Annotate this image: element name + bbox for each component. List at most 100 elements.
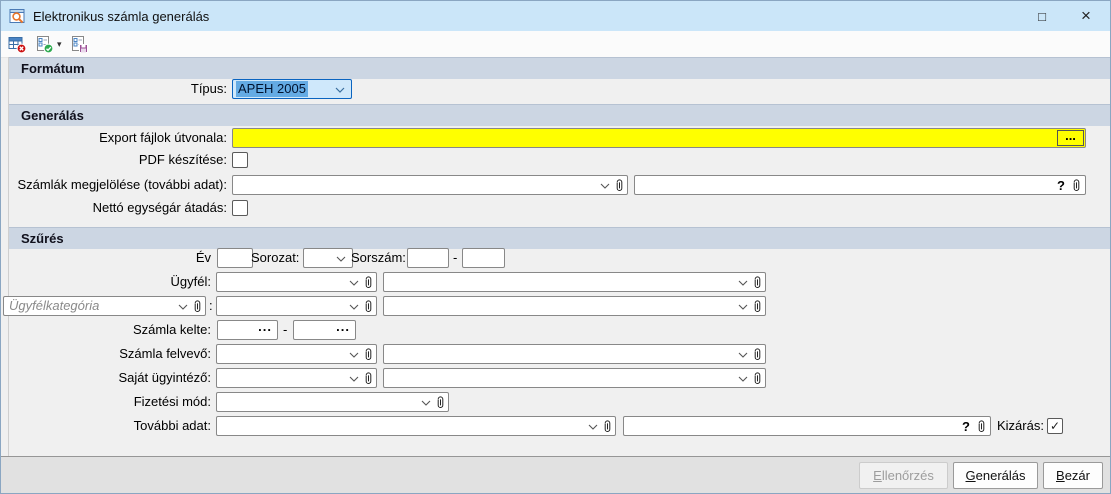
megjeloles-value-field[interactable]: ? (634, 175, 1086, 195)
sorszam-from-input[interactable] (407, 248, 449, 268)
paperclip-icon[interactable] (364, 276, 373, 289)
section-title: Formátum (21, 61, 85, 76)
section-header-formatum: Formátum (9, 57, 1110, 79)
ellenorzes-button: Ellenőrzés (859, 462, 948, 489)
felvevo-name-combobox[interactable] (383, 344, 766, 364)
question-icon[interactable]: ? (962, 418, 970, 435)
ugyfelkategoria-value-combobox[interactable] (216, 296, 377, 316)
export-path-field[interactable]: ... (232, 128, 1086, 148)
kizaras-checkbox[interactable]: ✓ (1047, 418, 1063, 434)
tovabbi-adat-combobox[interactable] (216, 416, 616, 436)
netto-checkbox[interactable] (232, 200, 248, 216)
kelte-from-datefield[interactable]: ... (217, 319, 278, 340)
sorszam-to-input[interactable] (462, 248, 505, 268)
paperclip-icon[interactable] (977, 420, 986, 433)
pdf-checkbox[interactable] (232, 152, 248, 168)
ugyintezo-name-combobox[interactable] (383, 368, 766, 388)
chevron-down-icon[interactable] (335, 87, 345, 93)
paperclip-icon[interactable] (753, 348, 762, 361)
toolbar-run-check-button[interactable]: ▾ (32, 33, 65, 55)
generalas-button[interactable]: Generálás (953, 462, 1038, 489)
question-icon[interactable]: ? (1057, 177, 1065, 194)
szamla-felvevo-label: Számla felvevő: (119, 346, 211, 361)
toolbar: ▾ (1, 31, 1110, 58)
kelte-to-datefield[interactable]: ... (293, 319, 356, 340)
toolbar-export-cancel-button[interactable] (5, 33, 30, 55)
run-check-icon (37, 35, 54, 53)
title-bar: Elektronikus számla generálás (1, 1, 1110, 31)
sorozat-label: Sorozat: (251, 250, 300, 265)
section-header-generalas: Generálás (9, 104, 1110, 126)
paperclip-icon[interactable] (753, 276, 762, 289)
paperclip-icon[interactable] (436, 396, 445, 409)
export-cancel-icon (8, 36, 27, 53)
chevron-down-icon[interactable] (349, 280, 359, 286)
chevron-down-icon[interactable] (349, 304, 359, 310)
chevron-down-icon[interactable] (738, 304, 748, 310)
megjeloles-combobox[interactable] (232, 175, 628, 195)
paperclip-icon[interactable] (1072, 179, 1081, 192)
chevron-down-icon[interactable] (738, 376, 748, 382)
date-picker-ellipsis[interactable]: ... (258, 319, 272, 334)
chevron-down-icon[interactable] (336, 256, 346, 262)
megjeloles-label: Számlák megjelölése (további adat): (17, 177, 227, 192)
ugyfelkategoria-combobox[interactable]: Ügyfélkategória (3, 296, 206, 316)
chevron-down-icon[interactable] (738, 352, 748, 358)
button-label: llenőrzés (881, 468, 934, 483)
chevron-down-icon[interactable] (349, 376, 359, 382)
paperclip-icon[interactable] (615, 179, 624, 192)
paperclip-icon[interactable] (193, 300, 202, 313)
ev-input[interactable] (217, 248, 253, 268)
ugyfelkategoria-placeholder: Ügyfélkategória (9, 298, 100, 313)
tipus-label: Típus: (190, 81, 227, 96)
window-title: Elektronikus számla generálás (33, 8, 210, 24)
ugyfelkategoria-name-combobox[interactable] (383, 296, 766, 316)
ugyfel-name-combobox[interactable] (383, 272, 766, 292)
ugyintezo-combobox[interactable] (216, 368, 377, 388)
toolbar-dropdown-arrow-icon[interactable]: ▾ (57, 39, 62, 50)
tovabbi-adat-value-field[interactable]: ? (623, 416, 991, 436)
sorszam-label: Sorszám: (351, 250, 406, 265)
chevron-down-icon[interactable] (588, 424, 598, 430)
kizaras-label: Kizárás: (997, 418, 1044, 433)
ugyfel-combobox[interactable] (216, 272, 377, 292)
bezar-button[interactable]: Bezár (1043, 462, 1103, 489)
paperclip-icon[interactable] (364, 372, 373, 385)
chevron-down-icon[interactable] (421, 400, 431, 406)
paperclip-icon[interactable] (364, 348, 373, 361)
tipus-combobox[interactable]: APEH 2005 (232, 79, 352, 99)
fizetesi-mod-label: Fizetési mód: (133, 394, 211, 409)
chevron-down-icon[interactable] (349, 352, 359, 358)
section-title: Szűrés (21, 231, 64, 246)
check-icon: ✓ (1049, 419, 1061, 433)
range-dash: - (283, 322, 288, 337)
save-settings-icon (71, 35, 88, 53)
paperclip-icon[interactable] (603, 420, 612, 433)
colon-separator: : (209, 298, 213, 313)
chevron-down-icon[interactable] (178, 304, 188, 310)
section-header-szures: Szűrés (9, 227, 1110, 249)
button-accel: E (873, 468, 882, 483)
paperclip-icon[interactable] (753, 300, 762, 313)
felvevo-combobox[interactable] (216, 344, 377, 364)
ugyfel-label: Ügyfél: (170, 274, 211, 289)
netto-label: Nettó egységár átadás: (92, 200, 227, 215)
sorozat-combobox[interactable] (303, 248, 353, 268)
chevron-down-icon[interactable] (738, 280, 748, 286)
export-path-label: Export fájlok útvonala: (99, 130, 227, 145)
browse-button[interactable]: ... (1057, 129, 1084, 146)
fizetesi-mod-combobox[interactable] (216, 392, 449, 412)
maximize-button[interactable]: □ (1020, 1, 1064, 31)
paperclip-icon[interactable] (364, 300, 373, 313)
window-form-search-icon (9, 8, 25, 23)
section-title: Generálás (21, 108, 84, 123)
date-picker-ellipsis[interactable]: ... (336, 319, 350, 334)
tovabbi-adat-label: További adat: (133, 418, 211, 433)
close-button[interactable]: × (1064, 1, 1108, 31)
ev-label: Év (195, 250, 211, 265)
range-dash: - (453, 250, 458, 265)
paperclip-icon[interactable] (753, 372, 762, 385)
toolbar-save-settings-button[interactable] (67, 33, 92, 55)
chevron-down-icon[interactable] (600, 183, 610, 189)
tipus-selected-value: APEH 2005 (236, 81, 308, 97)
